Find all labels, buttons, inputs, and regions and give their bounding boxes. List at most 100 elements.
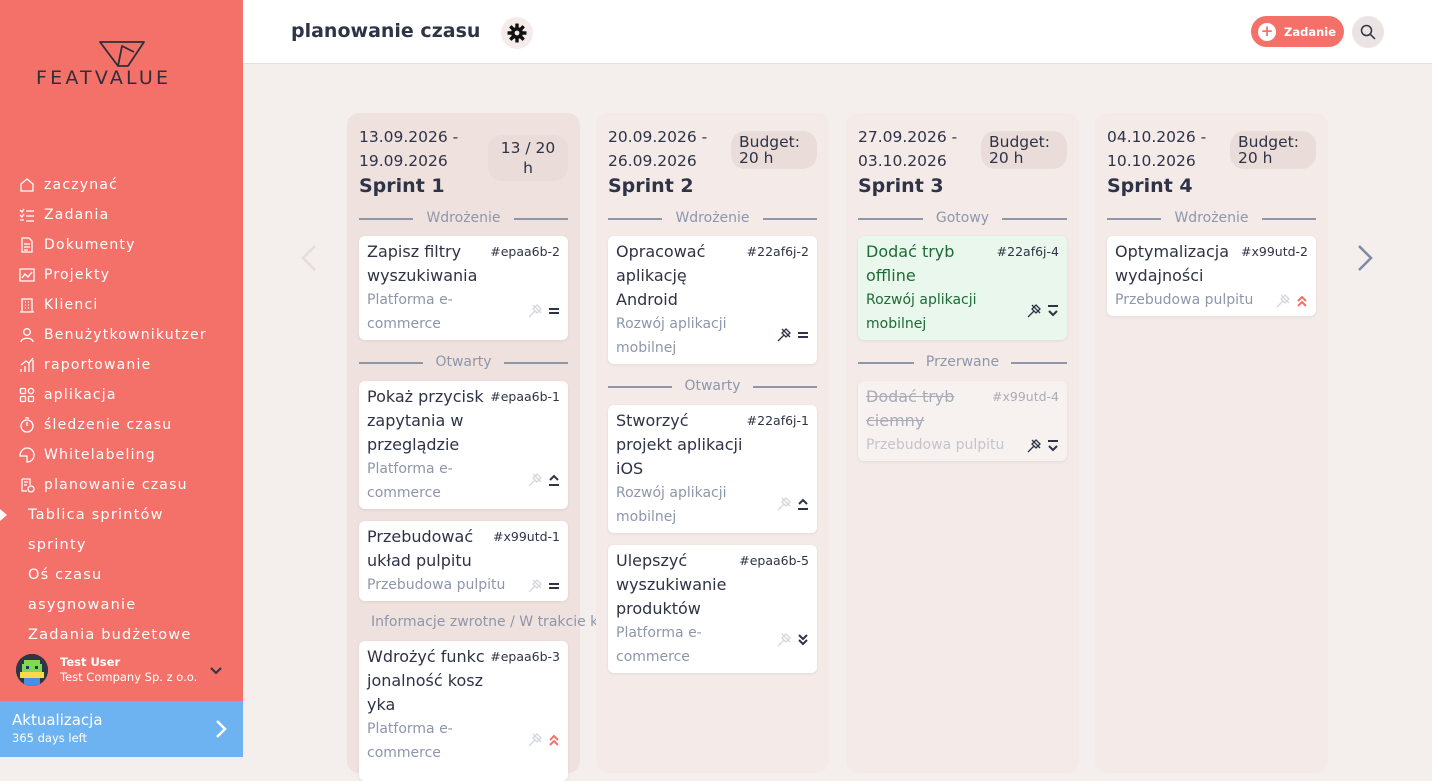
pin-icon[interactable] bbox=[1027, 439, 1041, 453]
sprint-budget: Budget: 20 h bbox=[731, 131, 817, 169]
add-task-button[interactable]: + Zadanie bbox=[1251, 16, 1344, 47]
sprint-column: 04.10.2026 - 10.10.2026 Sprint 4 Budget:… bbox=[1095, 113, 1328, 773]
task-icons bbox=[528, 733, 560, 747]
double-up-icon bbox=[1297, 295, 1307, 307]
pin-icon[interactable] bbox=[528, 473, 542, 487]
sidebar-subitem-sprinty[interactable]: sprinty bbox=[0, 530, 243, 560]
pin-icon[interactable] bbox=[1027, 304, 1041, 318]
pin-icon[interactable] bbox=[528, 304, 542, 318]
previous-sprints-button[interactable] bbox=[300, 244, 318, 276]
task-id: #epaa6b-3 bbox=[490, 649, 560, 664]
tag-icon bbox=[17, 446, 36, 465]
sidebar-item-dokumenty[interactable]: Dokumenty bbox=[0, 230, 243, 260]
sidebar-subitem-asygnowanie[interactable]: asygnowanie bbox=[0, 590, 243, 620]
task-id: #epaa6b-5 bbox=[739, 553, 809, 568]
task-icons bbox=[777, 497, 809, 511]
sidebar-item-aplikacja[interactable]: aplikacja bbox=[0, 380, 243, 410]
upgrade-banner[interactable]: Aktualizacja 365 days left bbox=[0, 701, 243, 757]
sprint-column: 13.09.2026 - 19.09.2026 Sprint 1 13 / 20… bbox=[347, 113, 598, 781]
task-card[interactable]: Ulepszyć wyszukiwanie produktów #epaa6b-… bbox=[608, 545, 817, 673]
priority-down-icon bbox=[1048, 305, 1058, 317]
sidebar-nav: zaczynać Zadania Dokumenty Projekty Klie… bbox=[0, 170, 243, 650]
logo[interactable]: FEATVALUE bbox=[36, 40, 211, 90]
user-icon bbox=[17, 326, 36, 345]
sidebar-subitem-tablica-sprintow[interactable]: Tablica sprintów bbox=[0, 500, 243, 530]
status-group-header: Przerwane bbox=[858, 354, 1067, 370]
sidebar-item-sledzenie-czasu[interactable]: śledzenie czasu bbox=[0, 410, 243, 440]
sidebar-subitem-label: asygnowanie bbox=[28, 597, 137, 613]
task-card[interactable]: Opracować aplikację Android #22af6j-2 Ro… bbox=[608, 236, 817, 364]
task-id: #22af6j-1 bbox=[746, 413, 809, 428]
equal-priority-icon bbox=[549, 308, 559, 314]
task-card[interactable]: Zapisz filtry wyszukiwania #epaa6b-2 Pla… bbox=[359, 236, 568, 340]
pin-icon[interactable] bbox=[777, 633, 791, 647]
pin-icon[interactable] bbox=[777, 328, 791, 342]
sprint-name: Sprint 3 bbox=[858, 175, 944, 197]
sidebar-item-whitelabeling[interactable]: Whitelabeling bbox=[0, 440, 243, 470]
pin-icon[interactable] bbox=[777, 497, 791, 511]
task-project: Przebudowa pulpitu bbox=[367, 577, 506, 593]
task-id: #22af6j-2 bbox=[746, 244, 809, 259]
next-sprints-button[interactable] bbox=[1356, 244, 1374, 276]
pin-icon[interactable] bbox=[528, 733, 542, 747]
status-group-header: Gotowy bbox=[858, 210, 1067, 226]
task-title: Ulepszyć wyszukiwanie produktów bbox=[616, 551, 727, 618]
stopwatch-icon bbox=[17, 416, 36, 435]
add-task-label: Zadanie bbox=[1284, 24, 1337, 39]
calendar-clock-icon bbox=[17, 476, 36, 495]
task-id: #epaa6b-2 bbox=[490, 244, 560, 259]
task-title: Wdrożyć funkcjonalność koszyka bbox=[367, 647, 485, 714]
sidebar-item-raportowanie[interactable]: raportowanie bbox=[0, 350, 243, 380]
task-card[interactable]: Przebudować układ pulpitu #x99utd-1 Prze… bbox=[359, 521, 568, 601]
sidebar-item-klienci[interactable]: Klienci bbox=[0, 290, 243, 320]
sidebar-item-label: Benużytkownikutzer bbox=[44, 327, 207, 343]
upgrade-days-left: 365 days left bbox=[12, 731, 88, 745]
sidebar-item-label: raportowanie bbox=[44, 357, 152, 373]
status-group-header: Otwarty bbox=[608, 378, 817, 394]
sprint-start-date: 04.10.2026 - bbox=[1107, 128, 1207, 146]
status-group-header: Wdrożenie bbox=[608, 210, 817, 226]
task-icons bbox=[528, 304, 560, 318]
avatar bbox=[16, 654, 48, 686]
task-card[interactable]: Dodać tryb ciemny #x99utd-4 Przebudowa p… bbox=[858, 381, 1067, 461]
status-group-header: Wdrożenie bbox=[1107, 210, 1316, 226]
chevron-down-icon[interactable] bbox=[209, 661, 223, 680]
sprint-dates: 27.09.2026 - 03.10.2026 bbox=[858, 125, 957, 173]
task-card[interactable]: Dodać tryb offline #22af6j-4 Rozwój apli… bbox=[858, 236, 1067, 340]
task-card[interactable]: Optymalizacja wydajności #x99utd-2 Przeb… bbox=[1107, 236, 1316, 316]
task-id: #epaa6b-1 bbox=[490, 389, 560, 404]
task-card[interactable]: Pokaż przycisk zapytania w przeglądzie #… bbox=[359, 381, 568, 509]
task-icons bbox=[528, 473, 560, 487]
priority-up-icon bbox=[549, 474, 559, 486]
sprint-dates: 20.09.2026 - 26.09.2026 bbox=[608, 125, 707, 173]
sidebar-item-projekty[interactable]: Projekty bbox=[0, 260, 243, 290]
sidebar-subitem-zadania-budzetowe[interactable]: Zadania budżetowe bbox=[0, 620, 243, 650]
sprint-dates: 04.10.2026 - 10.10.2026 bbox=[1107, 125, 1206, 173]
sidebar-item-label: Zadania bbox=[44, 207, 110, 223]
task-card[interactable]: Wdrożyć funkcjonalność koszyka #epaa6b-3… bbox=[359, 641, 568, 781]
sprint-start-date: 27.09.2026 - bbox=[858, 128, 958, 146]
sidebar-subitem-label: Oś czasu bbox=[28, 567, 103, 583]
sidebar-subitem-os-czasu[interactable]: Oś czasu bbox=[0, 560, 243, 590]
settings-button[interactable] bbox=[501, 17, 533, 49]
sidebar-item-label: Klienci bbox=[44, 297, 99, 313]
user-company: Test Company Sp. z o.o. bbox=[60, 670, 198, 684]
search-icon bbox=[1360, 24, 1376, 40]
task-icons bbox=[528, 579, 560, 593]
task-card[interactable]: Stworzyć projekt aplikacji iOS #22af6j-1… bbox=[608, 405, 817, 533]
user-menu[interactable]: Test User Test Company Sp. z o.o. bbox=[0, 648, 243, 692]
logo-mark-icon bbox=[99, 41, 145, 67]
task-id: #x99utd-2 bbox=[1241, 244, 1308, 259]
task-icons bbox=[777, 328, 809, 342]
sidebar-item-zaczynac[interactable]: zaczynać bbox=[0, 170, 243, 200]
sidebar-item-planowanie-czasu[interactable]: planowanie czasu bbox=[0, 470, 243, 500]
task-title: Przebudować układ pulpitu bbox=[367, 527, 474, 570]
sidebar-item-users[interactable]: Benużytkownikutzer bbox=[0, 320, 243, 350]
chevron-right-icon bbox=[1358, 245, 1373, 271]
search-button[interactable] bbox=[1352, 16, 1384, 48]
user-name: Test User bbox=[60, 655, 121, 669]
checklist-icon bbox=[17, 206, 36, 225]
pin-icon[interactable] bbox=[528, 579, 542, 593]
sidebar-item-zadania[interactable]: Zadania bbox=[0, 200, 243, 230]
pin-icon[interactable] bbox=[1276, 294, 1290, 308]
